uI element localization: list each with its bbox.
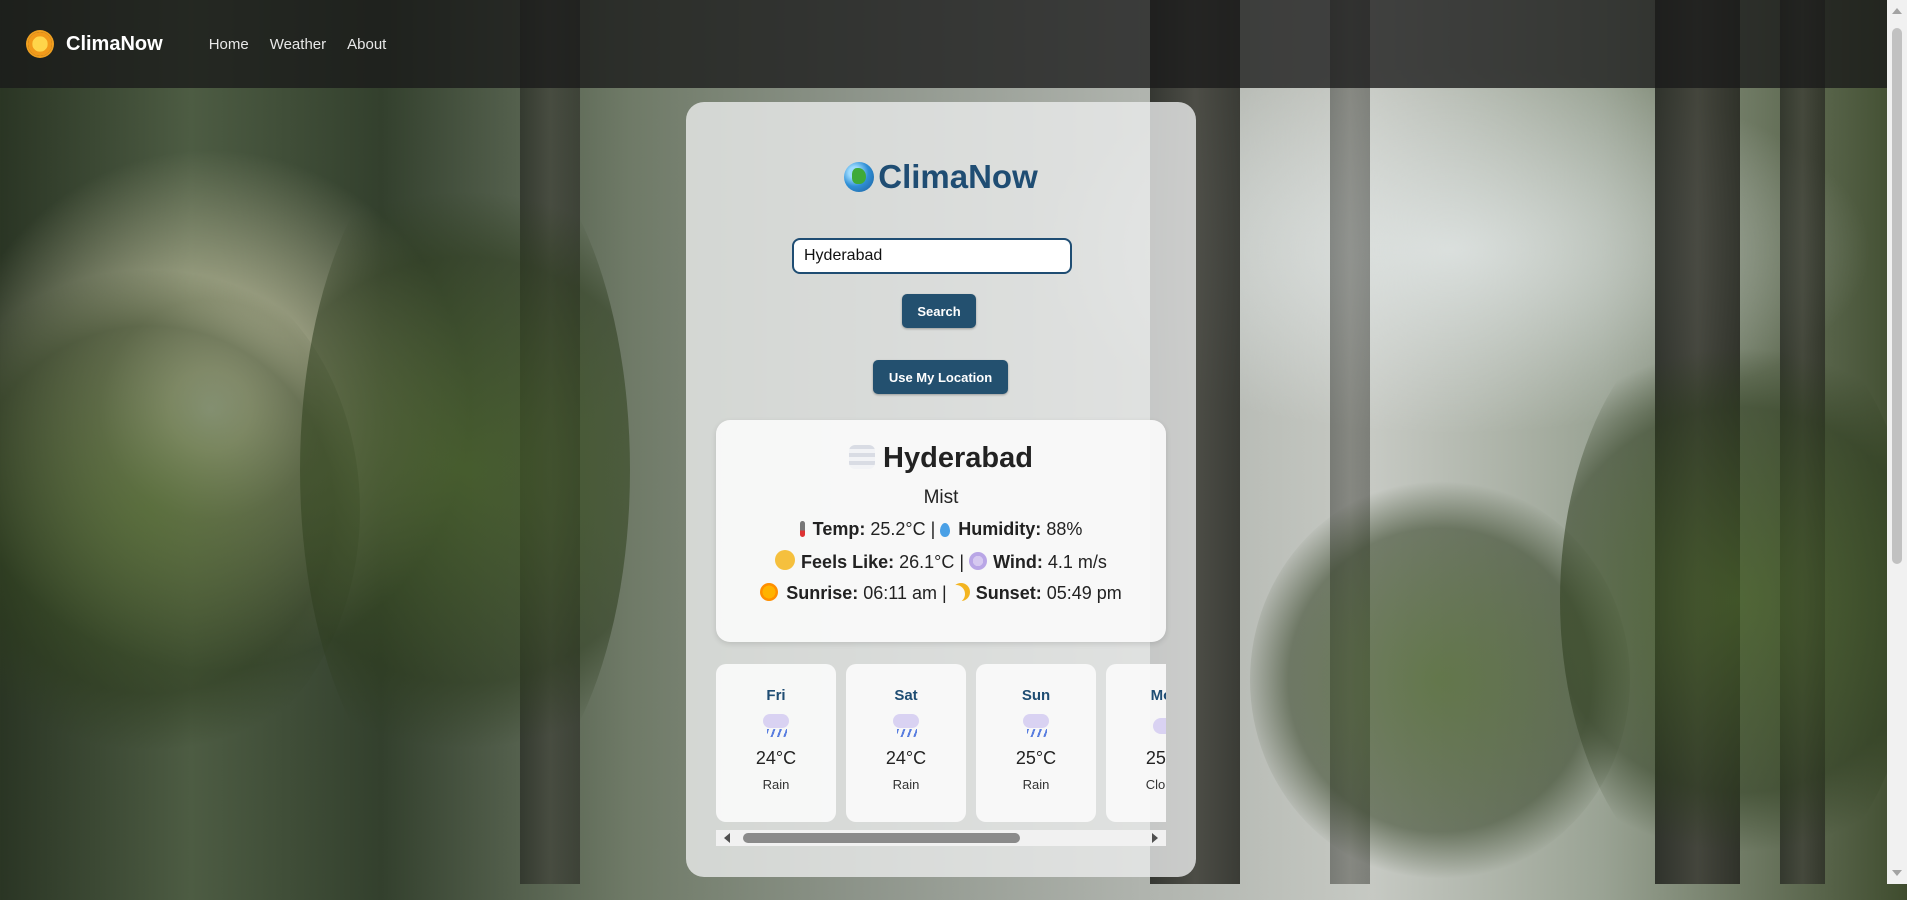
moon-icon (952, 583, 970, 601)
brand[interactable]: ClimaNow (28, 32, 163, 56)
weather-card: ClimaNow Search Use My Location Hyderaba… (686, 102, 1196, 877)
forecast-temp: 25°C (1145, 748, 1166, 768)
nav-home-link[interactable]: Home (209, 36, 249, 53)
scroll-left-arrow-icon[interactable] (724, 833, 730, 843)
forecast-card: Fri 24°C Rain (716, 664, 836, 822)
separator: | (959, 552, 965, 572)
sunset-label: Sunset: (975, 583, 1042, 603)
separator: | (930, 519, 936, 539)
wind-value: 4.1 m/s (1047, 552, 1107, 572)
forecast-card: Sat 24°C Rain (846, 664, 966, 822)
forecast-temp: 24°C (885, 748, 927, 768)
use-my-location-button[interactable]: Use My Location (873, 360, 1008, 394)
forecast-card: Mon 25°C Clouds (1106, 664, 1166, 822)
sunrise-value: 06:11 am (863, 583, 937, 603)
forecast-card: Sun 25°C Rain (976, 664, 1096, 822)
sunset-value: 05:49 pm (1046, 583, 1122, 603)
forecast-horizontal-scrollbar[interactable] (716, 830, 1166, 846)
city-heading: Hyderabad (716, 442, 1166, 475)
scroll-right-arrow-icon[interactable] (1152, 833, 1158, 843)
rain-cloud-icon (891, 714, 921, 738)
wind-label: Wind: (993, 552, 1043, 572)
forecast-desc: Rain (892, 777, 920, 792)
page-scrollbar-thumb[interactable] (1892, 28, 1902, 564)
forecast-desc: Rain (1022, 777, 1050, 792)
scroll-up-arrow-icon[interactable] (1892, 8, 1902, 14)
thermometer-icon (799, 521, 805, 537)
humidity-label: Humidity: (958, 519, 1042, 539)
droplet-icon (940, 523, 951, 537)
sun-icon (28, 32, 52, 56)
temp-label: Temp: (812, 519, 866, 539)
hot-face-icon (775, 550, 796, 570)
temp-humidity-line: Temp: 25.2°C | Humidity: 88% (716, 519, 1166, 540)
forecast-desc: Rain (762, 777, 790, 792)
forecast-day: Mon (1150, 687, 1166, 704)
city-name: Hyderabad (883, 442, 1033, 474)
cloud-icon (1151, 714, 1166, 738)
top-navbar: ClimaNow Home Weather About (0, 0, 1887, 88)
forecast-day: Fri (766, 687, 786, 704)
feels-wind-line: Feels Like: 26.1°C | Wind: 4.1 m/s (716, 550, 1166, 573)
scroll-down-arrow-icon[interactable] (1892, 870, 1902, 876)
feels-like-label: Feels Like: (801, 552, 895, 572)
sunrise-label: Sunrise: (786, 583, 859, 603)
scrollbar-thumb[interactable] (743, 833, 1020, 843)
feels-like-value: 26.1°C (899, 552, 955, 572)
city-search-input[interactable] (792, 238, 1072, 274)
search-button[interactable]: Search (902, 294, 976, 328)
app-title: ClimaNow (686, 158, 1196, 196)
rain-cloud-icon (761, 714, 791, 738)
separator: | (941, 583, 947, 603)
sun-times-line: Sunrise: 06:11 am | Sunset: 05:49 pm (716, 583, 1166, 604)
rain-cloud-icon (1021, 714, 1051, 738)
nav-about-link[interactable]: About (347, 36, 386, 53)
humidity-value: 88% (1046, 519, 1083, 539)
wind-icon (969, 552, 988, 570)
weather-condition: Mist (923, 487, 959, 508)
forecast-day: Sat (894, 687, 918, 704)
sunrise-icon (760, 583, 779, 601)
globe-icon (844, 162, 875, 192)
mist-icon (849, 445, 876, 469)
forecast-temp: 24°C (755, 748, 797, 768)
current-weather-panel: Hyderabad Mist Temp: 25.2°C | Humidity: … (716, 420, 1166, 642)
forecast-desc: Clouds (1145, 777, 1166, 792)
forecast-temp: 25°C (1015, 748, 1057, 768)
brand-name: ClimaNow (66, 32, 163, 55)
forecast-row: Fri 24°C Rain Sat 24°C Rain Sun 25°C Rai… (716, 664, 1166, 822)
forecast-scroller[interactable]: Fri 24°C Rain Sat 24°C Rain Sun 25°C Rai… (716, 664, 1166, 822)
forecast-day: Sun (1021, 687, 1051, 704)
app-title-text: ClimaNow (878, 158, 1038, 195)
nav-weather-link[interactable]: Weather (270, 36, 326, 53)
temp-value: 25.2°C (870, 519, 926, 539)
main-nav: Home Weather About (209, 36, 387, 53)
